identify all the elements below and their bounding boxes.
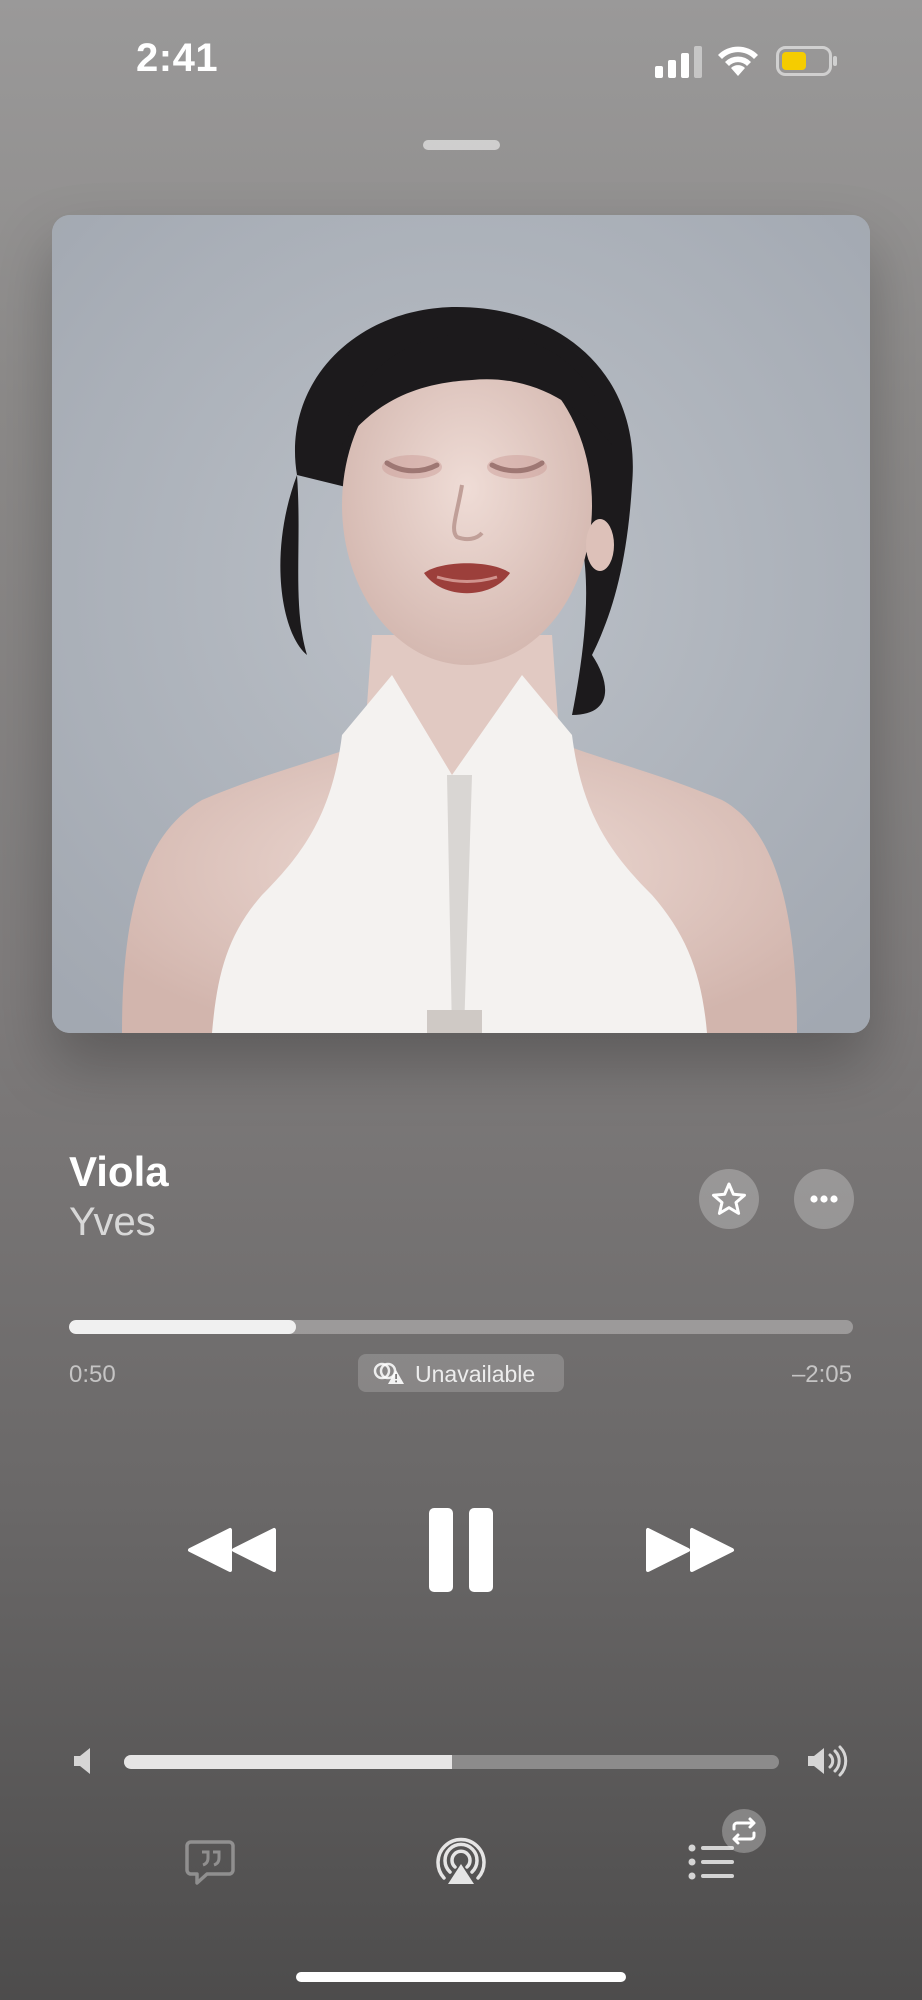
track-artist[interactable]: Yves	[69, 1200, 156, 1245]
more-options-button[interactable]	[794, 1169, 854, 1229]
lossless-unavailable-icon	[373, 1362, 404, 1384]
repeat-badge[interactable]	[722, 1809, 766, 1853]
status-bar: 2:41	[0, 0, 922, 120]
availability-badge[interactable]: Unavailable	[358, 1354, 564, 1392]
elapsed-time: 0:50	[69, 1361, 116, 1388]
repeat-icon	[732, 1817, 756, 1845]
battery-icon	[776, 46, 837, 76]
ellipsis-icon	[810, 1195, 838, 1203]
cellular-signal-icon	[655, 46, 702, 78]
availability-label: Unavailable	[415, 1361, 536, 1387]
pause-icon	[429, 1508, 493, 1592]
lyrics-icon[interactable]	[185, 1838, 235, 1886]
home-indicator[interactable]	[296, 1972, 626, 1982]
remaining-time: –2:05	[791, 1361, 852, 1388]
wifi-icon	[718, 46, 758, 76]
volume-high-icon	[808, 1745, 848, 1777]
sheet-grabber[interactable]	[423, 140, 500, 150]
airplay-icon[interactable]	[436, 1836, 486, 1886]
volume-slider[interactable]	[124, 1755, 779, 1769]
star-icon	[712, 1182, 746, 1215]
playback-scrubber[interactable]	[69, 1320, 853, 1334]
track-title: Viola	[69, 1148, 169, 1195]
volume-low-icon	[74, 1748, 90, 1774]
previous-track-button[interactable]	[186, 1500, 278, 1600]
album-artwork	[52, 215, 870, 1033]
status-time: 2:41	[136, 36, 219, 80]
rewind-icon	[188, 1528, 276, 1572]
volume-slider-fill	[124, 1755, 452, 1769]
favorite-button[interactable]	[699, 1169, 759, 1229]
next-track-button[interactable]	[644, 1500, 736, 1600]
play-pause-button[interactable]	[423, 1500, 499, 1600]
playback-progress-fill	[69, 1320, 296, 1334]
fast-forward-icon	[646, 1528, 734, 1572]
